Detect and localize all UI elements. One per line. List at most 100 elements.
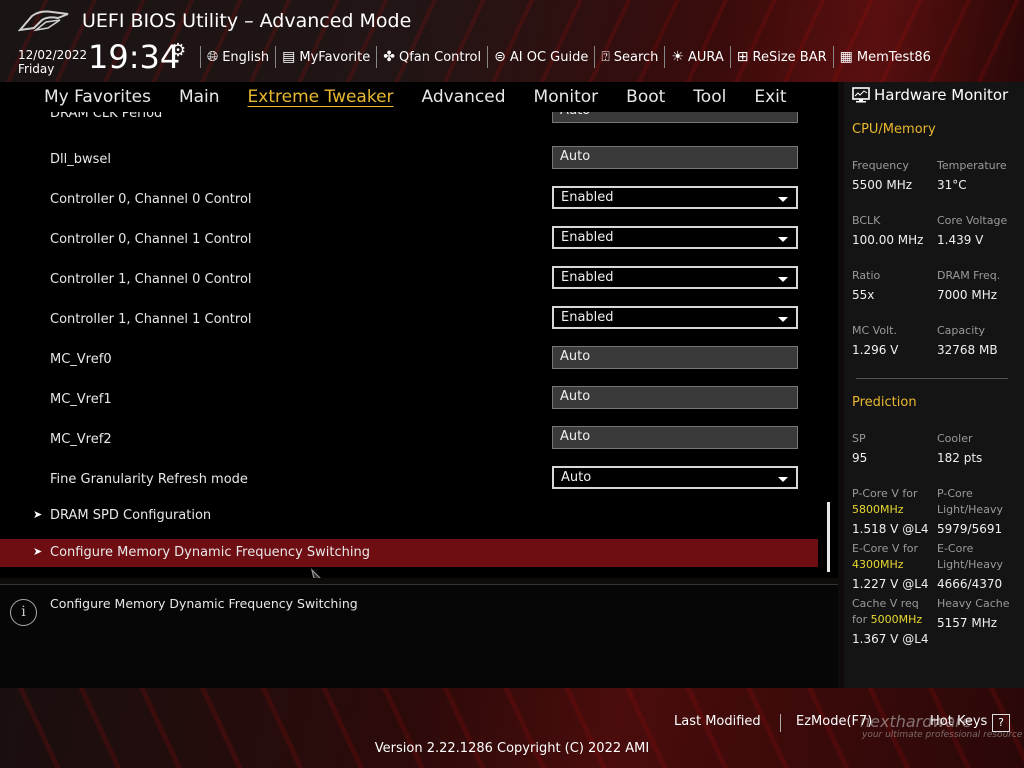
tab-tool[interactable]: Tool xyxy=(679,84,740,110)
setting-row-c0-ch0[interactable]: Controller 0, Channel 0 Control Enabled xyxy=(0,182,838,222)
tab-extreme-tweaker[interactable]: Extreme Tweaker xyxy=(234,84,408,110)
toolbar-language[interactable]: 🌐︎ English xyxy=(200,46,275,68)
scrollbar[interactable] xyxy=(827,502,830,572)
toolbar-memtest-label: MemTest86 xyxy=(856,49,931,65)
toolbar-aura[interactable]: ☀ AURA xyxy=(664,46,729,68)
setting-label: DRAM CLK Period xyxy=(50,112,163,121)
hw-pcore-v-value: 1.518 V @L4 xyxy=(852,522,929,536)
toolbar-memtest[interactable]: ▦ MemTest86 xyxy=(832,46,937,68)
hw-pcore-lh-value: 5979/5691 xyxy=(937,522,1003,536)
hw-cache-v-freq: 5000MHz xyxy=(870,613,923,626)
version-text: Version 2.22.1286 Copyright (C) 2022 AMI xyxy=(374,741,650,756)
memtest-icon: ▦ xyxy=(839,49,853,65)
setting-label: Dll_bwsel xyxy=(50,152,112,167)
tab-advanced[interactable]: Advanced xyxy=(408,84,520,110)
submenu-label: Configure Memory Dynamic Frequency Switc… xyxy=(50,545,370,560)
hw-pcore-v-freq: 5800MHz xyxy=(852,503,904,516)
dropdown-value: Enabled xyxy=(561,270,614,285)
main-tabs: My Favorites Main Extreme Tweaker Advanc… xyxy=(0,82,838,112)
dropdown-value: Enabled xyxy=(561,230,614,245)
dropdown-value: Enabled xyxy=(561,190,614,205)
hw-core-voltage-value: 1.439 V xyxy=(937,233,984,247)
hw-ecore-lh-value: 4666/4370 xyxy=(937,577,1003,591)
chevron-down-icon xyxy=(778,197,788,202)
submenu-dynamic-freq-switching[interactable]: ➤ Configure Memory Dynamic Frequency Swi… xyxy=(0,539,818,567)
hw-sp-value: 95 xyxy=(852,451,868,465)
setting-row-dram-clk-period[interactable]: DRAM CLK Period Auto xyxy=(0,112,838,136)
setting-value-field[interactable]: Auto xyxy=(552,112,798,123)
last-modified-button[interactable]: Last Modified xyxy=(674,714,761,729)
setting-label: MC_Vref2 xyxy=(50,432,112,447)
setting-value-field[interactable]: Auto xyxy=(552,346,798,369)
hw-pcore-lh-label1: P-Core xyxy=(937,487,973,500)
hw-mc-volt-value: 1.296 V xyxy=(852,343,899,357)
setting-dropdown[interactable]: Auto xyxy=(552,466,798,489)
chevron-down-icon xyxy=(778,477,788,482)
gear-icon[interactable]: ⚙ xyxy=(170,40,186,61)
toolbar-aiocguide[interactable]: ⊜ AI OC Guide xyxy=(487,46,594,68)
setting-row-mc-vref2[interactable]: MC_Vref2 Auto xyxy=(0,422,838,462)
hw-temperature-label: Temperature xyxy=(937,159,1007,172)
hw-ratio-value: 55x xyxy=(852,288,875,302)
clock-display[interactable]: 19:34 xyxy=(88,38,180,76)
ai-guide-icon: ⊜ xyxy=(494,49,506,65)
hardware-monitor-panel: Hardware Monitor CPU/Memory Frequency Te… xyxy=(844,82,1024,688)
aura-icon: ☀ xyxy=(671,49,684,65)
hw-cache-v-label2: for xyxy=(852,613,868,626)
toolbar-qfan-label: Qfan Control xyxy=(398,49,482,65)
toolbar-resizebar[interactable]: ⊞ ReSize BAR xyxy=(729,46,833,68)
setting-row-c1-ch0[interactable]: Controller 1, Channel 0 Control Enabled xyxy=(0,262,838,302)
submenu-label: DRAM SPD Configuration xyxy=(50,508,212,523)
tab-exit[interactable]: Exit xyxy=(740,84,800,110)
favorite-icon: ▤ xyxy=(282,49,296,65)
setting-label: MC_Vref1 xyxy=(50,392,112,407)
setting-label: Controller 1, Channel 0 Control xyxy=(50,272,252,287)
hw-temperature-value: 31°C xyxy=(937,178,967,192)
setting-row-c0-ch1[interactable]: Controller 0, Channel 1 Control Enabled xyxy=(0,222,838,262)
toolbar-resizebar-label: ReSize BAR xyxy=(752,49,827,65)
setting-row-fine-granularity[interactable]: Fine Granularity Refresh mode Auto xyxy=(0,462,838,502)
search-icon: ⍰ xyxy=(601,49,610,65)
top-toolbar: 🌐︎ English ▤ MyFavorite ✤ Qfan Control ⊜… xyxy=(200,46,937,68)
hw-frequency-label: Frequency xyxy=(852,159,909,172)
hw-core-voltage-label: Core Voltage xyxy=(937,214,1008,227)
setting-value-field[interactable]: Auto xyxy=(552,146,798,169)
setting-row-mc-vref0[interactable]: MC_Vref0 Auto xyxy=(0,342,838,382)
tab-my-favorites[interactable]: My Favorites xyxy=(30,84,165,110)
tab-boot[interactable]: Boot xyxy=(612,84,679,110)
setting-dropdown[interactable]: Enabled xyxy=(552,266,798,289)
toolbar-myfavorite[interactable]: ▤ MyFavorite xyxy=(275,46,376,68)
hw-cooler-label: Cooler xyxy=(937,432,973,445)
setting-dropdown[interactable]: Enabled xyxy=(552,226,798,249)
tab-main[interactable]: Main xyxy=(165,84,234,110)
resize-bar-icon: ⊞ xyxy=(736,49,749,65)
hw-section-cpu-memory: CPU/Memory xyxy=(852,122,936,137)
setting-row-c1-ch1[interactable]: Controller 1, Channel 1 Control Enabled xyxy=(0,302,838,342)
footer-bar: Last Modified EzMode(F7) Hot Keys ? next… xyxy=(0,688,1024,768)
setting-value-field[interactable]: Auto xyxy=(552,426,798,449)
submenu-dram-spd[interactable]: ➤ DRAM SPD Configuration xyxy=(0,502,818,530)
chevron-down-icon xyxy=(778,317,788,322)
hw-heavy-cache-label: Heavy Cache xyxy=(937,597,1010,610)
hw-ecore-v-label: E-Core V for xyxy=(852,542,919,555)
hw-heavy-cache-value: 5157 MHz xyxy=(937,616,998,630)
hw-monitor-title: Hardware Monitor xyxy=(852,86,1008,104)
hw-cache-v-label1: Cache V req xyxy=(852,597,919,610)
setting-row-dll-bwsel[interactable]: Dll_bwsel Auto xyxy=(0,142,838,182)
tab-monitor[interactable]: Monitor xyxy=(520,84,613,110)
toolbar-search[interactable]: ⍰ Search xyxy=(594,46,664,68)
hw-capacity-label: Capacity xyxy=(937,324,986,337)
hw-cache-v-label2-row: for 5000MHz xyxy=(852,612,922,628)
hw-divider xyxy=(856,378,1008,379)
mouse-cursor-icon xyxy=(310,568,321,578)
setting-dropdown[interactable]: Enabled xyxy=(552,306,798,329)
setting-value-field[interactable]: Auto xyxy=(552,386,798,409)
hw-pcore-v-label: P-Core V for xyxy=(852,487,918,500)
hw-ecore-v-value: 1.227 V @L4 xyxy=(852,577,929,591)
hw-capacity-value: 32768 MB xyxy=(937,343,998,357)
setting-dropdown[interactable]: Enabled xyxy=(552,186,798,209)
toolbar-qfan[interactable]: ✤ Qfan Control xyxy=(376,46,487,68)
toolbar-aura-label: AURA xyxy=(687,49,724,65)
hw-ecore-v-freq: 4300MHz xyxy=(852,558,904,571)
setting-row-mc-vref1[interactable]: MC_Vref1 Auto xyxy=(0,382,838,422)
